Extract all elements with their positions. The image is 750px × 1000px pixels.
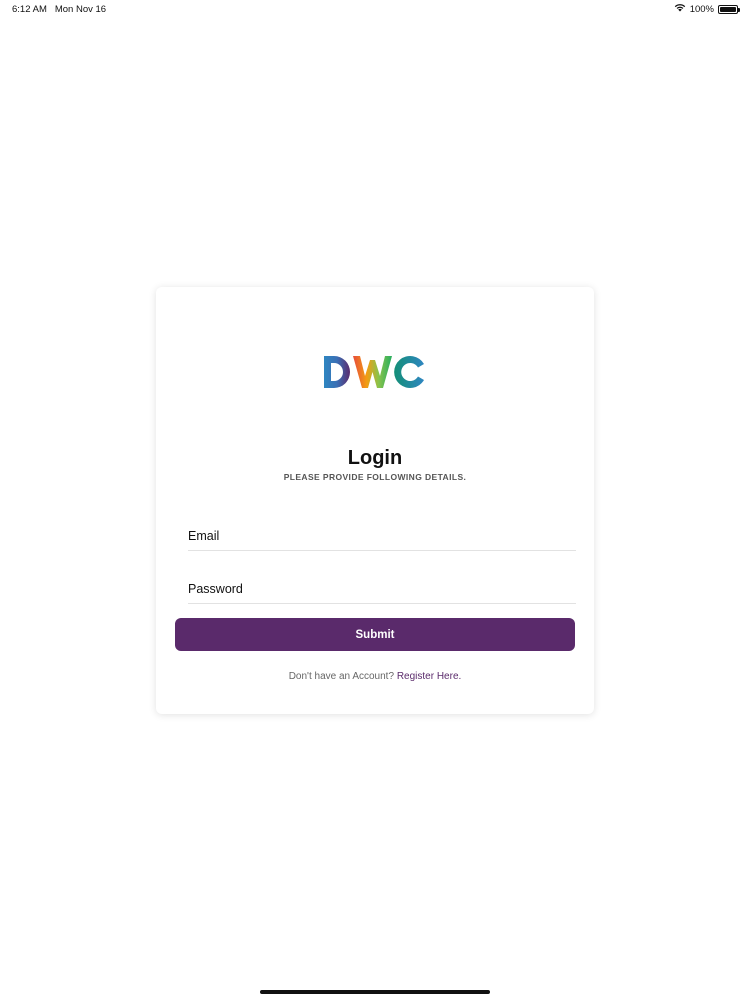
password-field-container: [188, 575, 576, 604]
status-bar: 6:12 AM Mon Nov 16 100%: [0, 0, 750, 20]
page-subtitle: PLEASE PROVIDE FOLLOWING DETAILS.: [283, 472, 467, 482]
battery-icon: [718, 4, 740, 14]
home-indicator[interactable]: [260, 990, 490, 994]
status-time: 6:12 AM: [12, 4, 47, 15]
status-date: Mon Nov 16: [54, 4, 107, 15]
page-title: Login: [347, 447, 403, 469]
register-link[interactable]: Register Here.: [397, 671, 461, 682]
battery-percent: 100%: [689, 3, 714, 15]
password-field[interactable]: [188, 575, 576, 603]
email-field[interactable]: [188, 522, 576, 550]
battery-fill: [720, 6, 736, 12]
dwc-logo: [0, 352, 750, 392]
wifi-icon: [674, 3, 686, 15]
register-prompt: Don't have an Account?: [288, 671, 397, 682]
status-left: 6:12 AM Mon Nov 16: [12, 4, 106, 15]
email-field-container: [188, 522, 576, 551]
dwc-logo-graphic: [324, 356, 424, 388]
submit-button[interactable]: Submit: [175, 618, 575, 651]
status-right: 100%: [674, 3, 740, 15]
register-line: Don't have an Account? Register Here.: [0, 671, 750, 682]
